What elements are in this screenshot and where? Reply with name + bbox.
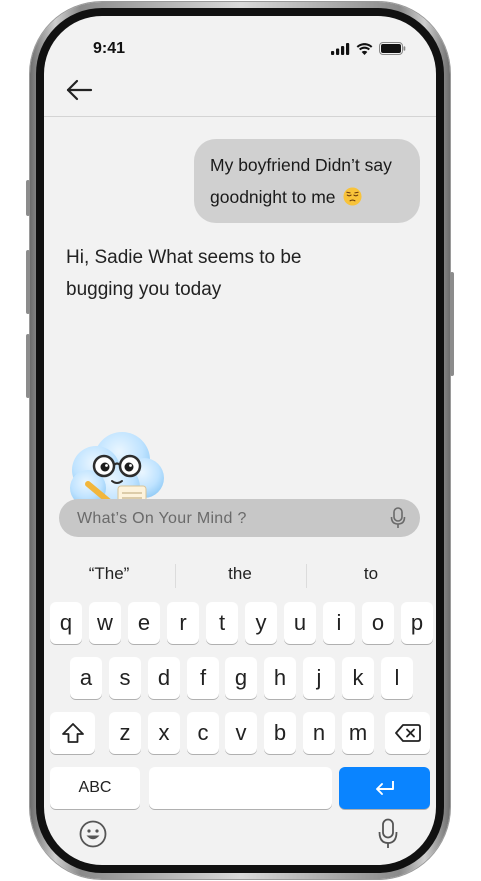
back-button[interactable] [64, 76, 96, 104]
key-i[interactable]: i [323, 602, 355, 644]
key-w[interactable]: w [89, 602, 121, 644]
volume-down-button [26, 334, 30, 398]
message-input[interactable] [75, 499, 379, 539]
suggestion-item[interactable]: the [175, 564, 305, 584]
delete-key[interactable] [385, 712, 430, 754]
app-screen: 9:41 My boyfriend Didn’t say goodnight t… [44, 16, 436, 865]
return-icon [375, 781, 394, 795]
suggestion-item[interactable]: “The” [44, 564, 174, 584]
return-key[interactable] [339, 767, 430, 809]
keyboard-suggestion-bar: “The” the to [44, 564, 436, 588]
key-m[interactable]: m [342, 712, 374, 754]
key-u[interactable]: u [284, 602, 316, 644]
key-c[interactable]: c [187, 712, 219, 754]
key-f[interactable]: f [187, 657, 219, 699]
key-x[interactable]: x [148, 712, 180, 754]
key-z[interactable]: z [109, 712, 141, 754]
arrow-left-icon [66, 79, 93, 101]
key-b[interactable]: b [264, 712, 296, 754]
key-q[interactable]: q [50, 602, 82, 644]
key-a[interactable]: a [70, 657, 102, 699]
key-k[interactable]: k [342, 657, 374, 699]
key-y[interactable]: y [245, 602, 277, 644]
key-j[interactable]: j [303, 657, 335, 699]
key-h[interactable]: h [264, 657, 296, 699]
abc-key[interactable]: ABC [50, 767, 140, 809]
space-key[interactable] [149, 767, 332, 809]
volume-up-button [26, 250, 30, 314]
key-r[interactable]: r [167, 602, 199, 644]
wifi-icon [356, 42, 373, 55]
battery-icon [379, 42, 406, 55]
microphone-icon[interactable] [390, 507, 406, 529]
cellular-signal-icon [331, 42, 350, 55]
key-s[interactable]: s [109, 657, 141, 699]
user-message-text: My boyfriend Didn’t say goodnight to me [210, 155, 392, 207]
status-icons [331, 42, 406, 55]
shift-key[interactable] [50, 712, 95, 754]
suggestion-item[interactable]: to [306, 564, 436, 584]
key-o[interactable]: o [362, 602, 394, 644]
key-e[interactable]: e [128, 602, 160, 644]
key-t[interactable]: t [206, 602, 238, 644]
power-button [450, 272, 454, 376]
key-g[interactable]: g [225, 657, 257, 699]
key-d[interactable]: d [148, 657, 180, 699]
delete-icon [394, 724, 421, 742]
emoji-icon[interactable] [79, 820, 107, 848]
user-message-bubble: My boyfriend Didn’t say goodnight to me [194, 139, 420, 223]
key-l[interactable]: l [381, 657, 413, 699]
message-input-container [59, 499, 420, 539]
key-v[interactable]: v [225, 712, 257, 754]
shift-icon [61, 723, 84, 743]
action-button [26, 180, 30, 216]
bot-message-text: Hi, Sadie What seems to be bugging you t… [66, 247, 302, 300]
key-p[interactable]: p [401, 602, 433, 644]
status-time: 9:41 [93, 40, 126, 57]
pensive-face-emoji-icon [343, 187, 362, 206]
key-n[interactable]: n [303, 712, 335, 754]
dictation-microphone-icon[interactable] [378, 818, 398, 850]
header-divider [44, 116, 436, 117]
